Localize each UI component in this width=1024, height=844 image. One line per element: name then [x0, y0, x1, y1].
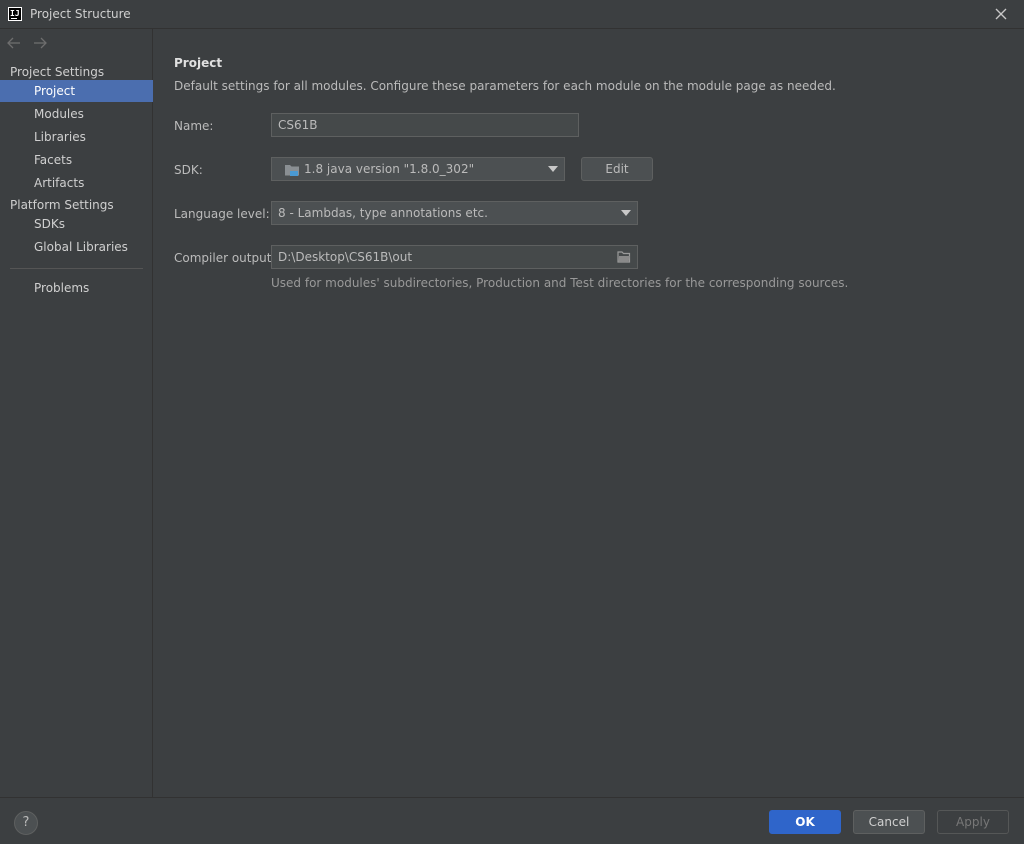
close-icon[interactable]: [992, 5, 1010, 23]
nav-arrows: [6, 35, 48, 51]
ok-button-label: OK: [795, 815, 815, 829]
name-label: Name:: [174, 119, 214, 133]
project-settings-header: Project Settings: [10, 65, 105, 79]
sdk-label: SDK:: [174, 163, 203, 177]
compiler-output-hint: Used for modules' subdirectories, Produc…: [271, 276, 849, 290]
sidebar-item-modules[interactable]: Modules: [0, 103, 153, 125]
platform-settings-header: Platform Settings: [10, 198, 114, 212]
sidebar-item-label: Global Libraries: [34, 240, 128, 254]
sdk-folder-icon: [285, 165, 299, 176]
sidebar-item-label: Facets: [34, 153, 73, 167]
name-field-value: CS61B: [278, 118, 318, 132]
language-level-value: 8 - Lambdas, type annotations etc.: [278, 206, 488, 220]
forward-arrow-icon[interactable]: [32, 35, 48, 51]
compiler-output-value: D:\Desktop\CS61B\out: [278, 250, 413, 264]
intellij-logo-icon: IJ: [8, 7, 22, 21]
apply-button[interactable]: Apply: [937, 810, 1009, 834]
sidebar-item-libraries[interactable]: Libraries: [0, 126, 153, 148]
window-title: Project Structure: [30, 7, 131, 21]
sidebar-divider: [10, 268, 143, 269]
main-panel: Project Default settings for all modules…: [154, 29, 1024, 797]
compiler-output-label: Compiler output:: [174, 251, 276, 265]
project-structure-dialog: IJ Project Structure Project Settings Pr…: [0, 0, 1024, 844]
cancel-button-label: Cancel: [868, 815, 910, 829]
cancel-button[interactable]: Cancel: [853, 810, 925, 834]
sidebar: Project Settings Project Modules Librari…: [0, 29, 153, 797]
chevron-down-icon: [621, 210, 631, 216]
language-level-label: Language level:: [174, 207, 270, 221]
sidebar-item-label: Artifacts: [34, 176, 85, 190]
apply-button-label: Apply: [956, 815, 990, 829]
sidebar-item-facets[interactable]: Facets: [0, 149, 153, 171]
edit-sdk-button[interactable]: Edit: [581, 157, 653, 181]
sidebar-item-label: SDKs: [34, 217, 65, 231]
sidebar-item-project[interactable]: Project: [0, 80, 153, 102]
help-button[interactable]: ?: [14, 811, 38, 835]
sidebar-item-global-libraries[interactable]: Global Libraries: [0, 236, 153, 258]
sidebar-item-label: Project: [34, 84, 76, 98]
page-title: Project: [174, 56, 223, 70]
page-description: Default settings for all modules. Config…: [174, 79, 836, 93]
compiler-output-field[interactable]: D:\Desktop\CS61B\out: [271, 245, 638, 269]
chevron-down-icon: [548, 166, 558, 172]
back-arrow-icon[interactable]: [6, 35, 22, 51]
name-field[interactable]: CS61B: [271, 113, 579, 137]
sidebar-item-sdks[interactable]: SDKs: [0, 213, 153, 235]
browse-folder-icon[interactable]: [617, 251, 631, 263]
language-level-dropdown[interactable]: 8 - Lambdas, type annotations etc.: [271, 201, 638, 225]
sidebar-item-label: Libraries: [34, 130, 86, 144]
ok-button[interactable]: OK: [769, 810, 841, 834]
sidebar-item-label: Problems: [34, 281, 90, 295]
title-bar: IJ Project Structure: [0, 0, 1024, 29]
sidebar-item-artifacts[interactable]: Artifacts: [0, 172, 153, 194]
footer: ? OK Cancel Apply: [0, 797, 1024, 844]
sidebar-item-label: Modules: [34, 107, 84, 121]
edit-button-label: Edit: [605, 162, 629, 176]
sidebar-item-problems[interactable]: Problems: [0, 277, 153, 299]
help-icon: ?: [22, 815, 30, 830]
sdk-dropdown[interactable]: 1.8 java version "1.8.0_302": [271, 157, 565, 181]
sdk-value: 1.8 java version "1.8.0_302": [304, 162, 475, 176]
